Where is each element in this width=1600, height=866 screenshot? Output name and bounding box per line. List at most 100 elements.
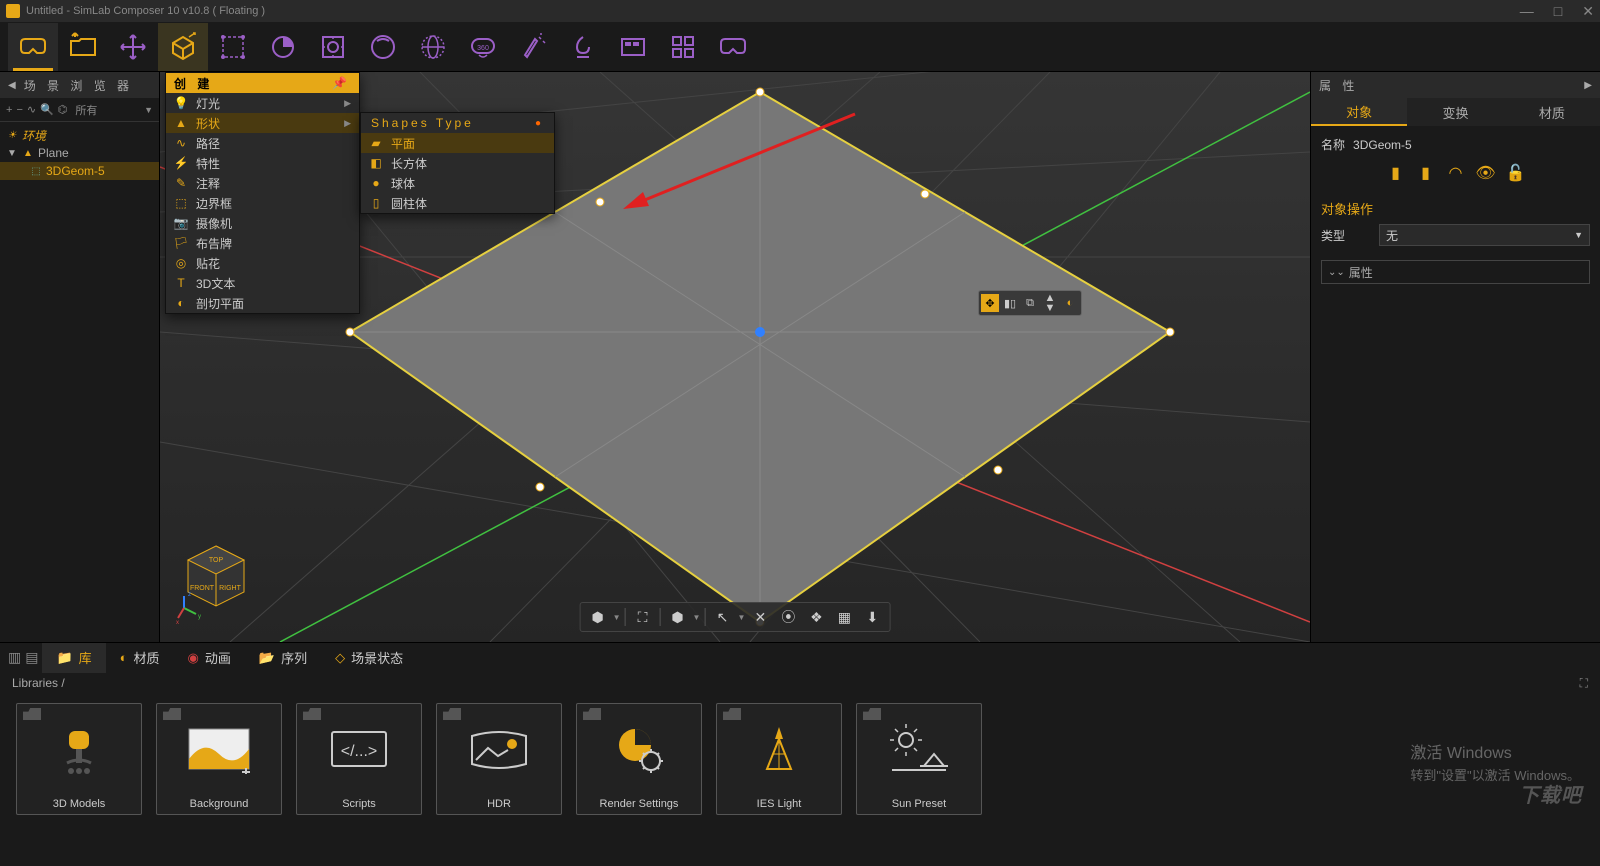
globe-button[interactable] bbox=[408, 23, 458, 71]
cursor-icon[interactable]: ↖ bbox=[709, 605, 735, 629]
panel-toggle-2[interactable]: ▤ bbox=[25, 649, 38, 666]
tab-object[interactable]: 对象 bbox=[1311, 98, 1407, 126]
properties-expand[interactable]: ⌄⌄ 属性 bbox=[1321, 260, 1590, 284]
layers-icon[interactable]: ❖ bbox=[803, 605, 829, 629]
chevron-left-icon: ◀ bbox=[8, 80, 20, 91]
link-icon[interactable]: ∿ bbox=[27, 103, 36, 116]
search-icon[interactable]: 🔍 bbox=[40, 103, 54, 116]
remove-icon[interactable]: − bbox=[16, 104, 22, 116]
vr-preview-button[interactable] bbox=[708, 23, 758, 71]
menu-item-billboard[interactable]: 🏳布告牌 bbox=[166, 233, 359, 253]
breadcrumb-text[interactable]: Libraries / bbox=[12, 676, 65, 690]
circle-icon[interactable]: ◠ bbox=[1444, 161, 1468, 185]
menu-item-plane-shape[interactable]: ▰平面 bbox=[361, 133, 554, 153]
viewport-toolbar: ⬢▼ ⛶ ⬢▼ ↖▼ ✕ ⦿ ❖ ▦ ⬇ bbox=[580, 602, 891, 632]
render-button[interactable] bbox=[258, 23, 308, 71]
card1-icon[interactable]: ▮ bbox=[1384, 161, 1408, 185]
tab-sequence[interactable]: 📂序列 bbox=[245, 643, 321, 673]
align-icon[interactable]: ▮▯ bbox=[1001, 294, 1019, 312]
menu-item-shape[interactable]: ▲形状▶ bbox=[166, 113, 359, 133]
maximize-button[interactable]: □ bbox=[1554, 3, 1562, 20]
zoom-icon[interactable]: ⦿ bbox=[775, 605, 801, 629]
menu-item-box-shape[interactable]: ◧长方体 bbox=[361, 153, 554, 173]
animation-tool-button[interactable] bbox=[608, 23, 658, 71]
globe-gizmo-icon[interactable]: ◐ bbox=[1061, 294, 1079, 312]
scene-browser-panel: ◀ 场 景 浏 览 器 + − ∿ 🔍 ⌬ 所有 ▼ ☀ 环境 ▼ ▲ Plan… bbox=[0, 72, 160, 642]
menu-item-bbox[interactable]: ⬚边界框 bbox=[166, 193, 359, 213]
material-button[interactable] bbox=[358, 23, 408, 71]
vr-mode-button[interactable] bbox=[8, 23, 58, 71]
viewport[interactable]: ✥ ▮▯ ⧉ ▲ ▼ ◐ TOP FRONT RIGHT zyx ⬢ ▼ bbox=[160, 72, 1310, 642]
chevron-down-icon[interactable]: ▼ bbox=[144, 105, 153, 115]
shapes-header: Shapes Type ● bbox=[361, 113, 554, 133]
move-button[interactable] bbox=[108, 23, 158, 71]
bolt-icon: ⚡ bbox=[174, 156, 188, 170]
down-icon[interactable]: ▼ bbox=[1041, 303, 1059, 313]
move-gizmo-icon[interactable]: ✥ bbox=[981, 294, 999, 312]
light-button[interactable] bbox=[308, 23, 358, 71]
menu-item-light[interactable]: 💡灯光▶ bbox=[166, 93, 359, 113]
svg-text:y: y bbox=[198, 614, 201, 620]
simulation-button[interactable] bbox=[558, 23, 608, 71]
lib-ieslight[interactable]: IES Light bbox=[716, 703, 842, 815]
cube-view-icon[interactable]: ⬢ bbox=[585, 605, 611, 629]
properties-header[interactable]: 属 性 ▶ bbox=[1311, 72, 1600, 98]
tree-item-geom[interactable]: ⬚ 3DGeom-5 bbox=[0, 162, 159, 180]
menu-item-camera[interactable]: 📷摄像机 bbox=[166, 213, 359, 233]
menu-item-annotation[interactable]: ✎注释 bbox=[166, 173, 359, 193]
create-button[interactable] bbox=[158, 23, 208, 71]
tab-materials[interactable]: ◐材质 bbox=[106, 643, 174, 673]
expand-icon[interactable]: ⛶ bbox=[1580, 676, 1588, 691]
tab-material[interactable]: 材质 bbox=[1504, 98, 1600, 126]
select-area-button[interactable] bbox=[208, 23, 258, 71]
library-row: 3D Models Background </...> Scripts HDR … bbox=[0, 694, 1600, 824]
add-icon[interactable]: + bbox=[6, 104, 12, 116]
tree-item-environment[interactable]: ☀ 环境 bbox=[0, 126, 159, 144]
shade-icon[interactable]: ⬢ bbox=[665, 605, 691, 629]
section-icon: ◐ bbox=[174, 296, 188, 310]
tree-item-plane[interactable]: ▼ ▲ Plane bbox=[0, 144, 159, 162]
drop-icon[interactable]: ⬇ bbox=[859, 605, 885, 629]
menu-item-3dtext[interactable]: T3D文本 bbox=[166, 273, 359, 293]
type-select[interactable]: 无 ▼ bbox=[1379, 224, 1590, 246]
scene-browser-header[interactable]: ◀ 场 景 浏 览 器 bbox=[0, 72, 159, 98]
lock-icon[interactable]: 🔓 bbox=[1504, 161, 1528, 185]
copy-icon[interactable]: ⧉ bbox=[1021, 294, 1039, 312]
minimize-button[interactable]: — bbox=[1520, 3, 1534, 20]
open-button[interactable] bbox=[58, 23, 108, 71]
tab-scenestate[interactable]: ◇场景状态 bbox=[321, 643, 417, 673]
decal-icon: ◎ bbox=[174, 256, 188, 270]
card2-icon[interactable]: ▮ bbox=[1414, 161, 1438, 185]
lib-sunpreset[interactable]: Sun Preset bbox=[856, 703, 982, 815]
menu-item-path[interactable]: ∿路径 bbox=[166, 133, 359, 153]
snap-icon[interactable]: ✕ bbox=[747, 605, 773, 629]
pin-icon[interactable]: 📌 bbox=[332, 76, 351, 90]
menu-item-property[interactable]: ⚡特性 bbox=[166, 153, 359, 173]
menu-item-section[interactable]: ◐剖切平面 bbox=[166, 293, 359, 313]
360-button[interactable]: 360 bbox=[458, 23, 508, 71]
name-value[interactable]: 3DGeom-5 bbox=[1353, 138, 1412, 152]
lib-background[interactable]: Background bbox=[156, 703, 282, 815]
menu-item-decal[interactable]: ◎贴花 bbox=[166, 253, 359, 273]
eye-icon[interactable]: 👁 bbox=[1474, 161, 1498, 185]
fit-icon[interactable]: ⛶ bbox=[630, 605, 656, 629]
lib-scripts[interactable]: </...> Scripts bbox=[296, 703, 422, 815]
menu-item-sphere-shape[interactable]: ●球体 bbox=[361, 173, 554, 193]
lib-rendersettings[interactable]: Render Settings bbox=[576, 703, 702, 815]
text-icon: T bbox=[174, 276, 188, 290]
close-button[interactable]: ✕ bbox=[1582, 3, 1594, 20]
filter-label[interactable]: 所有 bbox=[75, 102, 97, 118]
hierarchy-icon[interactable]: ⌬ bbox=[58, 103, 68, 116]
grid-icon[interactable]: ▦ bbox=[831, 605, 857, 629]
tab-transform[interactable]: 变换 bbox=[1407, 98, 1503, 126]
tab-library[interactable]: 📁库 bbox=[42, 643, 105, 673]
tab-animation[interactable]: ◉动画 bbox=[174, 643, 245, 673]
lib-hdr[interactable]: HDR bbox=[436, 703, 562, 815]
menu-item-cylinder-shape[interactable]: ▯圆柱体 bbox=[361, 193, 554, 213]
view-cube[interactable]: TOP FRONT RIGHT zyx bbox=[176, 538, 256, 628]
panel-toggle-1[interactable]: ▥ bbox=[8, 649, 21, 666]
lib-3dmodels[interactable]: 3D Models bbox=[16, 703, 142, 815]
transform-widget[interactable]: ✥ ▮▯ ⧉ ▲ ▼ ◐ bbox=[978, 290, 1082, 316]
effects-button[interactable] bbox=[508, 23, 558, 71]
grid-tool-button[interactable] bbox=[658, 23, 708, 71]
